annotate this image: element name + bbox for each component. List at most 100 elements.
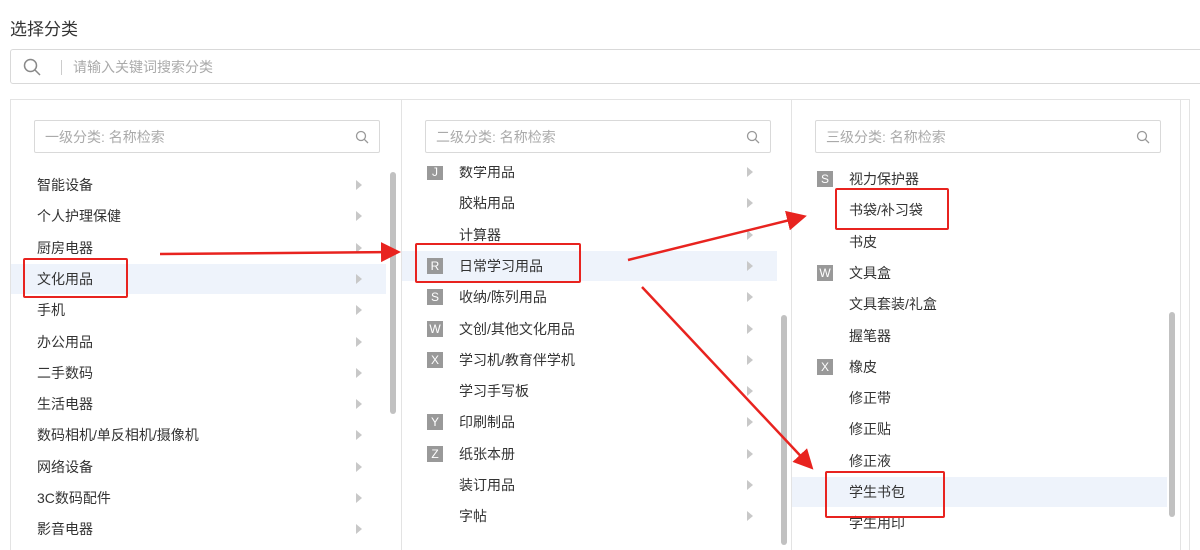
chevron-right-icon	[356, 305, 362, 316]
level1-list-item[interactable]: 3C数码配件	[11, 483, 386, 513]
level3-list-item[interactable]: 修正贴	[792, 414, 1167, 444]
index-letter-badge: Z	[427, 445, 443, 462]
level1-list-item[interactable]: 网络设备	[11, 452, 386, 482]
chevron-right-icon	[747, 417, 753, 428]
highlight-box-wenhua	[23, 258, 128, 298]
category-label: 文具套装/礼盒	[849, 296, 937, 313]
chevron-right-icon	[747, 292, 753, 303]
level2-list-item[interactable]: J 数学用品	[402, 166, 777, 187]
chevron-right-icon	[747, 386, 753, 397]
category-label: 网络设备	[37, 458, 93, 475]
level3-list-item[interactable]: 书皮	[792, 227, 1167, 257]
level3-search-input[interactable]	[826, 127, 1116, 147]
chevron-right-icon	[747, 354, 753, 365]
level2-list-item[interactable]: X 学习机/教育伴学机	[402, 345, 777, 375]
level2-list-item[interactable]: 字帖	[402, 501, 777, 531]
level2-search-input[interactable]	[436, 127, 726, 147]
chevron-right-icon	[747, 448, 753, 459]
category-label: 胶粘用品	[459, 195, 515, 212]
index-letter-badge: Y	[427, 414, 443, 431]
level2-list-item[interactable]: Y 印刷制品	[402, 407, 777, 437]
level3-scrollbar[interactable]	[1169, 312, 1175, 517]
category-label: 学习手写板	[459, 383, 529, 400]
level2-list: J 数学用品 胶粘用品 计算器 R 日常学习用品 S 收纳/陈列用品 W 文创/其他文化用品 X 学习…	[402, 166, 777, 550]
index-letter-badge: J	[427, 166, 443, 180]
level2-list-item[interactable]: 学习手写板	[402, 376, 777, 406]
category-label: 收纳/陈列用品	[459, 289, 547, 306]
category-label: 厨房电器	[37, 239, 93, 256]
index-letter-badge: X	[427, 351, 443, 368]
level3-list-item[interactable]: 文具套装/礼盒	[792, 289, 1167, 319]
level2-list-item[interactable]: W 文创/其他文化用品	[402, 314, 777, 344]
chevron-right-icon	[356, 180, 362, 190]
category-label: 二手数码	[37, 364, 93, 381]
chevron-right-icon	[356, 273, 362, 284]
level3-list-item[interactable]: W 文具盒	[792, 258, 1167, 288]
level2-column: J数学用品胶粘用品计算器R日常学习用品S收纳/陈列用品W文创/其他文化用品X学习…	[402, 100, 792, 550]
category-label: 修正带	[849, 390, 891, 407]
index-letter-badge: S	[817, 171, 833, 187]
level1-list: 智能设备 个人护理保健 厨房电器 文化用品 手机 办公用品 二手数码 生活电器 数码相机/单反相…	[11, 166, 386, 550]
highlight-box-shudai	[835, 188, 949, 230]
category-label: 计算器	[459, 226, 501, 243]
level1-list-item[interactable]: 数码相机/单反相机/摄像机	[11, 420, 386, 450]
level1-list-item[interactable]: 智能设备	[11, 170, 386, 200]
category-label: 修正贴	[849, 421, 891, 438]
chevron-right-icon	[747, 260, 753, 271]
chevron-right-icon	[747, 511, 753, 522]
search-icon	[1136, 130, 1150, 144]
chevron-right-icon	[356, 211, 362, 222]
category-label: 办公用品	[37, 333, 93, 350]
category-label: 字帖	[459, 508, 487, 525]
level3-search-box[interactable]	[815, 120, 1161, 153]
level2-list-item[interactable]: 装订用品	[402, 470, 777, 500]
level1-list-item[interactable]: 二手数码	[11, 358, 386, 388]
level2-search-box[interactable]	[425, 120, 771, 153]
category-label: 个人护理保健	[37, 208, 121, 225]
category-label: 橡皮	[849, 358, 877, 375]
chevron-right-icon	[747, 198, 753, 209]
level3-list-item[interactable]: X 橡皮	[792, 352, 1167, 382]
index-letter-badge: W	[817, 264, 833, 281]
level2-list-item[interactable]: Z 纸张本册	[402, 439, 777, 469]
level1-list-item[interactable]: 手机	[11, 295, 386, 325]
keyword-search-input[interactable]	[73, 56, 673, 78]
category-label: 装订用品	[459, 477, 515, 493]
category-label: 生活电器	[37, 396, 93, 413]
chevron-right-icon	[356, 430, 362, 441]
highlight-box-shubao	[825, 471, 945, 518]
level1-search-box[interactable]	[34, 120, 380, 153]
level2-scrollbar[interactable]	[781, 315, 787, 545]
chevron-right-icon	[747, 167, 753, 177]
level1-scrollbar[interactable]	[390, 172, 396, 414]
category-label: 数码相机/单反相机/摄像机	[37, 427, 199, 444]
category-search-bar[interactable]	[10, 49, 1200, 84]
category-label: 握笔器	[849, 327, 891, 344]
chevron-right-icon	[356, 336, 362, 347]
index-letter-badge: S	[427, 289, 443, 306]
level1-list-item[interactable]: 办公用品	[11, 327, 386, 357]
index-letter-badge: X	[817, 358, 833, 375]
level3-list-item[interactable]: 修正带	[792, 383, 1167, 413]
level1-list-item[interactable]: 个人护理保健	[11, 201, 386, 231]
level1-list-item[interactable]: 生活电器	[11, 389, 386, 419]
search-icon	[23, 58, 41, 76]
search-divider	[61, 60, 62, 75]
category-label: 文具盒	[849, 264, 891, 281]
level3-list-item[interactable]: 握笔器	[792, 321, 1167, 351]
chevron-right-icon	[747, 323, 753, 334]
page-title: 选择分类	[10, 20, 78, 39]
category-label: 手机	[37, 302, 65, 319]
chevron-right-icon	[356, 493, 362, 503]
chevron-right-icon	[356, 524, 362, 535]
category-label: 印刷制品	[459, 414, 515, 431]
category-label: 视力保护器	[849, 171, 919, 187]
category-label: 影音电器	[37, 521, 93, 538]
level2-list-item[interactable]: 胶粘用品	[402, 188, 777, 218]
level2-list-item[interactable]: S 收纳/陈列用品	[402, 282, 777, 312]
category-label: 修正液	[849, 452, 891, 469]
level1-list-item[interactable]: 影音电器	[11, 514, 386, 544]
level1-search-input[interactable]	[45, 127, 335, 147]
chevron-right-icon	[747, 229, 753, 240]
category-label: 文创/其他文化用品	[459, 320, 575, 337]
